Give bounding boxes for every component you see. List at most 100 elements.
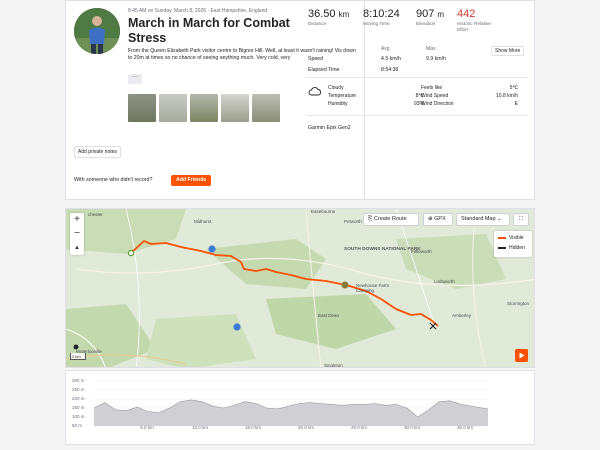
wind-direction-label: Wind Direction bbox=[421, 101, 454, 107]
fullscreen-button[interactable]: ⛶ bbox=[513, 213, 529, 226]
distance-unit: km bbox=[338, 10, 350, 19]
wind-speed-label: Wind Speed bbox=[421, 93, 449, 99]
elapsed-time-label: Elapsed Time bbox=[308, 67, 340, 73]
relative-effort-label: Historic Relative Effort bbox=[457, 21, 491, 32]
divider bbox=[306, 77, 528, 78]
gpx-button[interactable]: ⊕ GPX bbox=[423, 213, 453, 226]
legend-visible-label: Visible bbox=[509, 235, 524, 241]
x-tick-label: 15.0 km bbox=[244, 425, 262, 430]
national-park-label: SOUTH DOWNS NATIONAL PARK bbox=[344, 247, 421, 252]
map-place-label: Amberley bbox=[452, 313, 472, 318]
speed-label: Speed bbox=[308, 56, 324, 62]
distance-value: 36.50 bbox=[308, 8, 336, 20]
play-icon bbox=[519, 352, 525, 359]
flyover-button[interactable] bbox=[515, 349, 528, 362]
map-place-label: Singleton bbox=[324, 363, 343, 368]
column-divider bbox=[364, 1, 365, 200]
map-style-select[interactable]: Standard Map ⌄ bbox=[456, 213, 510, 226]
temperature-label: Temperature bbox=[328, 93, 357, 99]
x-tick-label: 5.0 km bbox=[140, 425, 154, 430]
compass-icon[interactable]: ▲ bbox=[70, 241, 84, 255]
map-canvas[interactable] bbox=[66, 209, 535, 368]
zoom-out-button[interactable]: − bbox=[70, 227, 84, 241]
create-route-label: Create Route bbox=[373, 216, 407, 222]
map-place-label: Easebourne bbox=[311, 209, 336, 214]
activity-photo[interactable] bbox=[190, 94, 218, 122]
expand-description-button[interactable]: ··· bbox=[128, 74, 142, 84]
add-friends-button[interactable]: Add Friends bbox=[171, 175, 212, 186]
wind-speed-value: 10.8 km/h bbox=[496, 93, 518, 99]
map-style-label: Standard Map bbox=[461, 216, 496, 222]
activity-photo[interactable] bbox=[128, 94, 156, 122]
activity-photo[interactable] bbox=[159, 94, 187, 122]
activity-meta: 8:45 AM on Sunday, March 8, 2026 · East … bbox=[128, 8, 268, 14]
map-place-label: Lodsworth bbox=[434, 279, 455, 284]
map-legend: Visible Hidden bbox=[494, 231, 532, 257]
elevation-profile[interactable]: 300 m 250 m 200 m 150 m 100 m 50 m 5.0 k… bbox=[65, 370, 535, 445]
campsite-marker[interactable] bbox=[341, 281, 349, 289]
activity-title: March in March for Combat Stress bbox=[128, 16, 290, 45]
moving-time-label: Moving Time bbox=[363, 21, 390, 26]
with-someone-text: With someone who didn't record? bbox=[74, 177, 153, 183]
create-route-button[interactable]: ⎘ Create Route bbox=[363, 213, 419, 226]
map-place-label: Midhurst bbox=[194, 219, 212, 224]
divider bbox=[306, 115, 528, 116]
create-route-icon: ⎘ bbox=[368, 216, 373, 222]
stat-relative-effort[interactable]: 442 Historic Relative Effort bbox=[457, 8, 497, 32]
temperature-value: 8℃ bbox=[415, 93, 424, 99]
stat-distance: 36.50 km Distance bbox=[308, 8, 349, 27]
x-tick-label: 30.0 km bbox=[403, 425, 421, 430]
show-more-button[interactable]: Show More bbox=[491, 46, 525, 56]
athlete-photo bbox=[74, 8, 120, 54]
legend-hidden-label: Hidden bbox=[509, 245, 525, 251]
device-name: Garmin Epix Gen2 bbox=[308, 125, 351, 131]
add-private-notes-button[interactable]: Add private notes bbox=[74, 146, 121, 158]
map-place-label: chester bbox=[88, 212, 103, 217]
distance-label: Distance bbox=[308, 21, 327, 26]
x-tick-label: 25.0 km bbox=[350, 425, 368, 430]
feels-like-value: 5℃ bbox=[509, 85, 518, 91]
stat-elevation: 907 m Elevation bbox=[416, 8, 444, 27]
humidity-value: 93% bbox=[413, 101, 424, 107]
chevron-down-icon: ⌄ bbox=[497, 216, 502, 222]
moving-time-value: 8:10:24 bbox=[363, 8, 400, 20]
elevation-area bbox=[94, 399, 488, 426]
cloud-icon bbox=[308, 87, 322, 96]
col-max-header: Max bbox=[426, 46, 436, 52]
elevation-unit: m bbox=[437, 10, 445, 19]
activity-photo[interactable] bbox=[252, 94, 280, 122]
route-start-marker[interactable] bbox=[127, 249, 135, 257]
activity-photo[interactable] bbox=[221, 94, 249, 122]
legend-hidden-swatch bbox=[498, 246, 506, 249]
avatar[interactable] bbox=[74, 8, 120, 54]
activity-card: 8:45 AM on Sunday, March 8, 2026 · East … bbox=[65, 0, 535, 200]
map-place-label: East Dean bbox=[318, 313, 340, 318]
speed-avg: 4.5 km/h bbox=[381, 56, 401, 62]
map-place-label: Petworth bbox=[344, 219, 362, 224]
map-scale: 2 km bbox=[70, 353, 86, 360]
legend-hidden[interactable]: Hidden bbox=[498, 245, 525, 251]
elevation-chart[interactable] bbox=[66, 371, 536, 446]
feels-like-label: Feels like bbox=[421, 85, 443, 91]
map-place-label: Storrington bbox=[507, 301, 530, 306]
parking-marker[interactable] bbox=[233, 323, 241, 331]
map-place-label: Newhouse Farm Camping bbox=[356, 283, 390, 293]
weather-condition: Cloudy bbox=[328, 85, 344, 91]
photo-strip bbox=[128, 94, 280, 122]
wind-direction-value: E bbox=[514, 101, 518, 107]
x-tick-label: 10.0 km bbox=[191, 425, 209, 430]
stat-moving-time: 8:10:24 Moving Time bbox=[363, 8, 400, 27]
zoom-in-button[interactable]: + bbox=[70, 213, 84, 227]
x-tick-label: 20.0 km bbox=[297, 425, 315, 430]
col-avg-header: Avg bbox=[381, 46, 390, 52]
parking-marker[interactable] bbox=[208, 245, 216, 253]
download-icon: ⊕ bbox=[428, 216, 433, 222]
elevation-label: Elevation bbox=[416, 21, 436, 26]
relative-effort-value: 442 bbox=[457, 8, 476, 20]
legend-visible-swatch bbox=[498, 236, 506, 239]
gpx-label: GPX bbox=[434, 216, 446, 222]
legend-visible[interactable]: Visible bbox=[498, 235, 524, 241]
route-map[interactable]: + − ▲ chester Midhurst Easebourne Petwor… bbox=[65, 208, 535, 368]
zoom-controls: + − ▲ bbox=[70, 213, 84, 255]
speed-max: 9.9 km/h bbox=[426, 56, 446, 62]
